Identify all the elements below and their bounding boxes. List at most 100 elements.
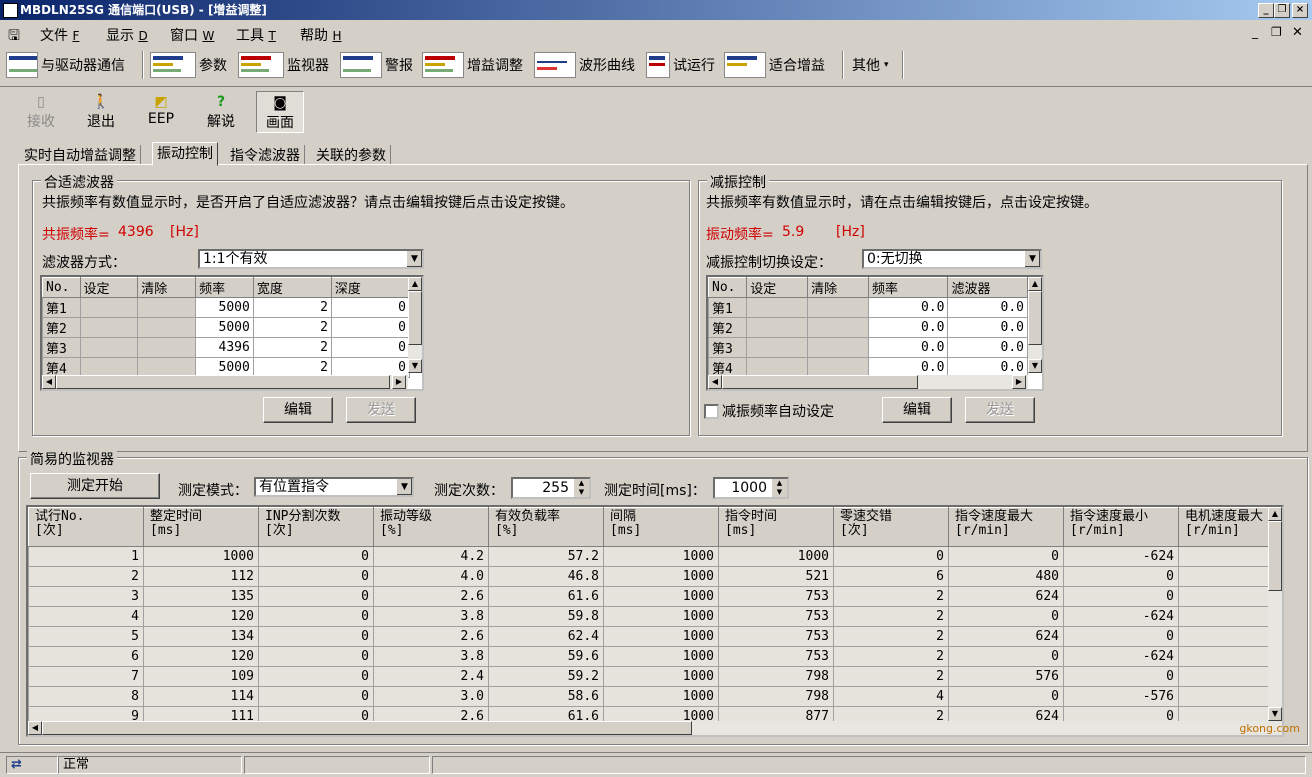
filter-mode-select[interactable]: 1:1个有效 ▼	[198, 249, 424, 269]
measure-count-stepper[interactable]: 255 ▲ ▼	[511, 477, 591, 499]
table-row[interactable]: 1 1000 0 4.2 57.2 1000 1000 0 0 -624	[28, 546, 1282, 567]
clear-cell[interactable]	[137, 297, 197, 318]
scroll-thumb[interactable]	[722, 375, 918, 389]
set-cell[interactable]	[746, 297, 809, 318]
minimize-icon[interactable]: _	[1258, 3, 1274, 18]
set-cell[interactable]	[746, 337, 809, 358]
mdi-restore-icon[interactable]: ❐	[1271, 25, 1282, 39]
table-row[interactable]: 513402.662.41000753262406	[28, 626, 1282, 647]
table-row[interactable]: 第3 0.0 0.0	[708, 337, 1028, 358]
table-cell: 480	[948, 566, 1064, 587]
scroll-thumb[interactable]	[1028, 291, 1042, 345]
table-row[interactable]: 211204.046.81000521648004	[28, 566, 1282, 587]
params-button[interactable]: 参数	[150, 51, 227, 79]
chevron-down-icon[interactable]: ▼	[1024, 251, 1040, 267]
menu-file[interactable]: 文件 F	[40, 25, 79, 45]
monitor-vscroll[interactable]: ▲ ▼	[1268, 507, 1282, 721]
help-button[interactable]: ? 解说	[198, 91, 244, 131]
table-row[interactable]: 第2 5000 2 0	[42, 317, 411, 338]
filter-edit-button[interactable]: 编辑	[263, 397, 333, 423]
restore-icon[interactable]: ❐	[1274, 3, 1290, 18]
other-dropdown[interactable]: 其他 ▾	[852, 51, 889, 79]
table-row[interactable]: 第1 0.0 0.0	[708, 297, 1028, 318]
table-row[interactable]: 6 120 0 3.8 59.6 1000 753 2 0 -624	[28, 646, 1282, 667]
question-icon: ?	[216, 94, 226, 110]
doc-icon[interactable]: 🖫	[8, 25, 20, 49]
freq-cell: 4396	[195, 337, 254, 358]
chevron-down-icon[interactable]: ▼	[406, 251, 422, 267]
filter-vscroll[interactable]: ▲ ▼	[408, 277, 422, 373]
mdi-minimize-icon[interactable]: _	[1252, 25, 1258, 39]
spin-arrows-icon[interactable]: ▲ ▼	[574, 479, 589, 497]
scroll-thumb[interactable]	[42, 721, 692, 735]
start-measure-button[interactable]: 测定开始	[30, 473, 160, 499]
table-row[interactable]: 第1 5000 2 0	[42, 297, 411, 318]
scroll-thumb[interactable]	[1268, 521, 1282, 591]
menu-view[interactable]: 显示 D	[106, 25, 148, 45]
close-icon[interactable]: ×	[1292, 3, 1308, 18]
scroll-up-icon[interactable]: ▲	[408, 277, 422, 291]
filter-hscroll[interactable]: ◀ ▶	[42, 375, 408, 389]
damping-hscroll[interactable]: ◀ ▶	[708, 375, 1028, 389]
clear-cell[interactable]	[137, 337, 197, 358]
table-row[interactable]: 8 114 0 3.0 58.6 1000 798 4 0 -576	[28, 686, 1282, 707]
scroll-down-icon[interactable]: ▼	[1028, 359, 1042, 373]
exit-button[interactable]: 🚶 退出	[78, 91, 124, 131]
monitor-button[interactable]: 监视器	[238, 51, 329, 79]
chevron-down-icon[interactable]: ▼	[396, 479, 412, 495]
scroll-thumb[interactable]	[56, 375, 390, 389]
eep-button[interactable]: ◩ EEP	[138, 91, 184, 131]
scroll-up-icon[interactable]: ▲	[1268, 507, 1282, 521]
measure-time-stepper[interactable]: 1000 ▲ ▼	[713, 477, 789, 499]
scroll-right-icon[interactable]: ▶	[1012, 375, 1026, 389]
scroll-up-icon[interactable]: ▲	[1028, 277, 1042, 291]
screen-button[interactable]: ◙ 画面	[256, 91, 304, 133]
spin-arrows-icon[interactable]: ▲ ▼	[772, 479, 787, 497]
wave-button[interactable]: 波形曲线	[534, 51, 635, 79]
table-row[interactable]: 313502.661.61000753262406	[28, 586, 1282, 607]
alarm-button[interactable]: 警报	[340, 51, 413, 79]
set-cell[interactable]	[79, 297, 139, 318]
clear-cell[interactable]	[137, 317, 197, 338]
table-row[interactable]: 第3 4396 2 0	[42, 337, 411, 358]
set-cell[interactable]	[79, 337, 139, 358]
menu-tools[interactable]: 工具 T	[236, 25, 276, 45]
scroll-left-icon[interactable]: ◀	[708, 375, 722, 389]
tab-related-params[interactable]: 关联的参数	[312, 145, 391, 164]
scroll-left-icon[interactable]: ◀	[28, 721, 42, 735]
auto-damping-checkbox[interactable]	[704, 404, 719, 419]
table-row[interactable]: 第2 0.0 0.0	[708, 317, 1028, 338]
trial-run-button[interactable]: 试运行	[646, 51, 715, 79]
table-row[interactable]: 4 120 0 3.8 59.8 1000 753 2 0 -624	[28, 606, 1282, 627]
scroll-right-icon[interactable]: ▶	[392, 375, 406, 389]
damping-vscroll[interactable]: ▲ ▼	[1028, 277, 1042, 373]
monitor-hscroll[interactable]: ◀	[28, 721, 1282, 735]
tab-command-filter[interactable]: 指令滤波器	[226, 145, 305, 164]
damping-edit-button[interactable]: 编辑	[882, 397, 952, 423]
receive-button[interactable]: ▯ 接收	[18, 91, 64, 131]
clear-cell[interactable]	[807, 297, 869, 318]
clear-cell[interactable]	[807, 317, 869, 338]
menu-help[interactable]: 帮助 H	[300, 25, 341, 45]
damping-send-button[interactable]: 发送	[965, 397, 1035, 423]
scroll-down-icon[interactable]: ▼	[1268, 707, 1282, 721]
clear-cell[interactable]	[807, 337, 869, 358]
comm-button[interactable]: 与驱动器通信	[6, 51, 125, 79]
gain-button[interactable]: 增益调整	[422, 51, 523, 79]
mdi-close-icon[interactable]: ✕	[1292, 25, 1303, 40]
filter-send-button[interactable]: 发送	[346, 397, 416, 423]
damping-switch-select[interactable]: 0:无切换 ▼	[862, 249, 1042, 269]
set-cell[interactable]	[79, 317, 139, 338]
app-icon[interactable]	[3, 3, 18, 18]
scroll-left-icon[interactable]: ◀	[42, 375, 56, 389]
measure-count-label: 测定次数：	[434, 483, 504, 499]
fit-gain-button[interactable]: 适合增益	[724, 51, 825, 79]
menu-window[interactable]: 窗口 W	[170, 25, 214, 45]
scroll-down-icon[interactable]: ▼	[408, 359, 422, 373]
measure-mode-select[interactable]: 有位置指令 ▼	[254, 477, 414, 497]
table-row[interactable]: 710902.459.21000798257605	[28, 666, 1282, 687]
tab-realtime-gain[interactable]: 实时自动增益调整	[20, 145, 141, 164]
scroll-thumb[interactable]	[408, 291, 422, 345]
tab-vibration-control[interactable]: 振动控制	[152, 142, 218, 166]
set-cell[interactable]	[746, 317, 809, 338]
